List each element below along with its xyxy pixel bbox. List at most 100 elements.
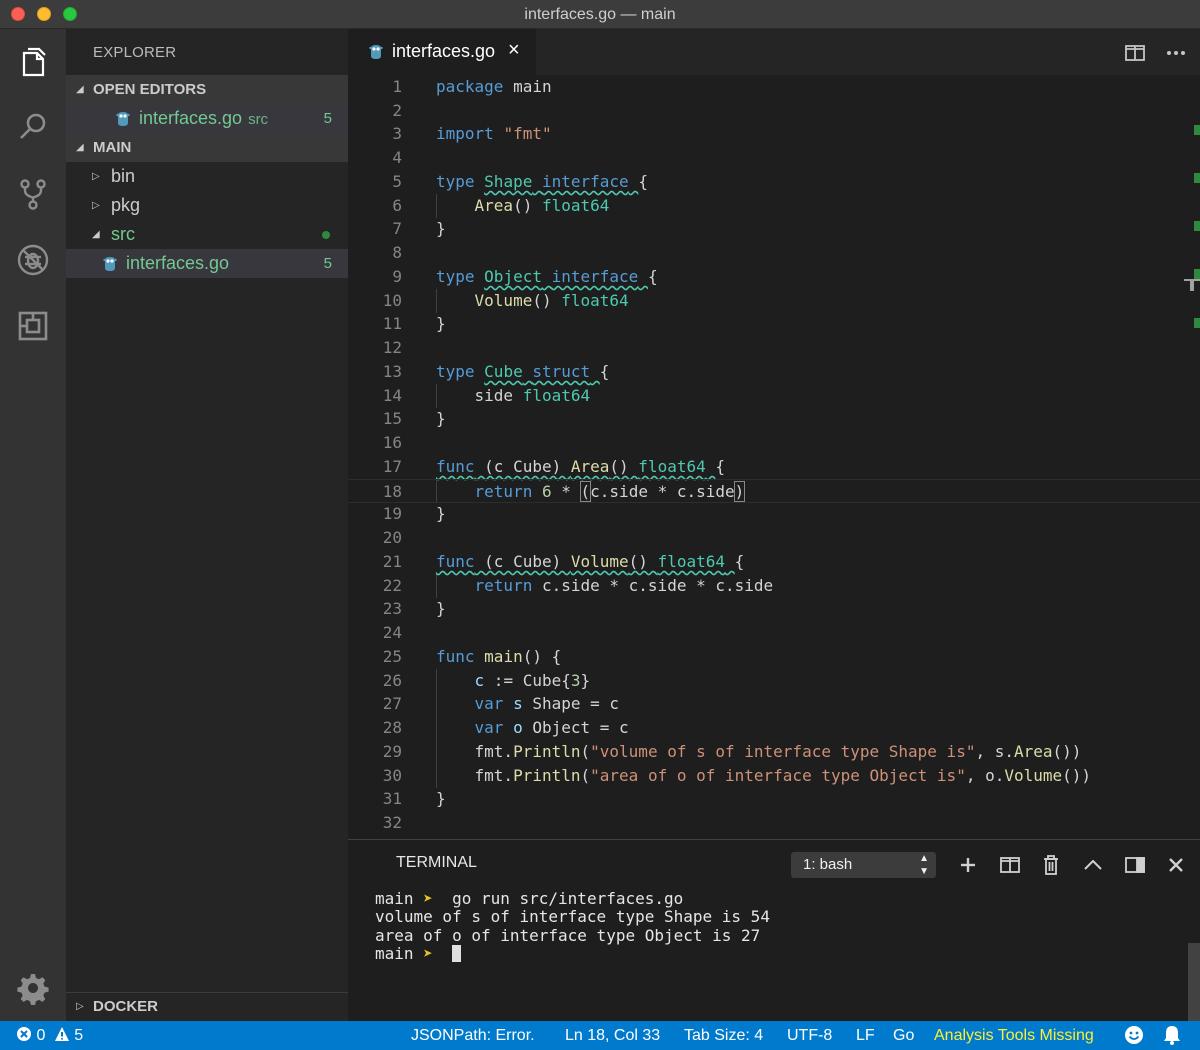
file-item-interfaces-go[interactable]: interfaces.go 5 [66,249,348,278]
prompt-arrow-icon: ➤ [423,889,433,908]
more-actions-icon[interactable] [1163,40,1189,66]
go-file-icon [116,112,130,126]
go-file-icon [103,257,117,271]
code-line: 19} [382,504,446,523]
chevron-down-icon: ◢ [76,84,84,95]
code-line: 17 func (c Cube) Area() float64 { [382,457,726,476]
code-line: 23} [382,599,446,618]
encoding-status[interactable]: UTF-8 [787,1021,832,1050]
code-line: 25 func main() { [382,647,562,666]
explorer-icon[interactable] [13,42,53,82]
title-bar: interfaces.go — main [0,0,1200,29]
terminal-cursor [452,945,462,962]
code-line: 2 [392,101,402,120]
code-editor[interactable]: 1 package main 2 3 import "fmt" 4 5 type Sh… [348,75,1200,839]
language-mode-status[interactable]: Go [893,1021,914,1050]
overview-ruler-mark [1194,318,1200,328]
code-line: 13 type Cube struct { [382,362,610,381]
terminal-line: area of o of interface type Object is 27 [375,926,761,945]
code-line: 27 var s Shape = c [382,694,620,713]
overview-ruler-mark [1194,221,1200,231]
terminal-panel: TERMINAL 1: bash ▲ ▼ main ➤ go run src/in… [348,839,1200,1021]
docker-section-header[interactable]: ▷ DOCKER [66,992,348,1021]
terminal-select[interactable]: 1: bash ▲ ▼ [791,852,936,878]
sidebar-title: EXPLORER [93,44,177,61]
problem-count-badge: 5 [323,110,332,127]
code-line: 15} [382,409,446,428]
terminal-scrollbar[interactable] [1188,943,1200,1021]
tab-size-status[interactable]: Tab Size: 4 [684,1021,763,1050]
overview-ruler-cursor [1190,279,1194,291]
status-bar: 0 5 JSONPath: Error. Ln 18, Col 33 Tab S… [0,1021,1200,1050]
main-folder-header[interactable]: ◢ MAIN [66,133,348,162]
code-line: 21 func (c Cube) Volume() float64 { [382,552,745,571]
eol-status[interactable]: LF [856,1021,875,1050]
explorer-sidebar: EXPLORER ◢ OPEN EDITORS interfaces.go src… [66,29,348,1021]
code-line: 28 var o Object = c [382,718,629,737]
code-line: 20 [382,528,402,547]
error-icon [17,1027,31,1041]
code-line: 12 [382,338,402,357]
problem-count-badge: 5 [323,255,332,272]
overview-ruler-mark [1194,269,1200,279]
jsonpath-status[interactable]: JSONPath: Error. [411,1021,535,1050]
chevron-right-icon: ▷ [76,1001,84,1012]
go-file-icon [369,45,383,59]
code-line: 24 [382,623,402,642]
open-editor-item[interactable]: interfaces.go src 5 [66,104,348,133]
code-line: 31} [382,789,446,808]
chevron-down-icon: ◢ [76,142,84,153]
code-line: 14 side float64 [382,386,591,405]
warning-icon [54,1027,69,1041]
editor-tab-bar: interfaces.go × [348,29,1200,75]
close-panel-icon[interactable] [1163,852,1189,878]
chevron-right-icon: ▷ [92,171,100,182]
code-line: 22 return c.side * c.side * c.side [382,576,774,595]
bell-icon[interactable] [1163,1025,1181,1050]
code-line: 11} [382,314,446,333]
code-line: 6 Area() float64 [392,196,610,215]
folder-item-src[interactable]: ◢ src [66,220,348,249]
chevron-up-icon[interactable] [1080,852,1106,878]
tab-interfaces-go[interactable]: interfaces.go × [348,29,536,75]
trash-icon[interactable] [1038,852,1064,878]
source-control-icon[interactable] [13,174,53,214]
split-editor-icon[interactable] [1122,40,1148,66]
folder-item-pkg[interactable]: ▷ pkg [66,191,348,220]
window-title: interfaces.go — main [524,6,676,23]
code-line: 26 c := Cube{3} [382,671,591,690]
problems-indicator[interactable]: 0 5 [16,1021,83,1050]
code-line: 32 [382,813,402,832]
close-tab-icon[interactable]: × [508,39,520,62]
debug-icon[interactable] [13,240,53,280]
code-line: 9 type Object interface { [392,267,658,286]
search-icon[interactable] [13,107,53,147]
code-line: 5 type Shape interface { [392,172,648,191]
code-line: 10 Volume() float64 [382,291,629,310]
folder-item-bin[interactable]: ▷ bin [66,162,348,191]
modified-dot [322,231,330,239]
chevron-right-icon: ▷ [92,200,100,211]
select-arrows-icon: ▲ ▼ [919,853,929,877]
split-terminal-icon[interactable] [997,852,1023,878]
analysis-tools-status[interactable]: Analysis Tools Missing [934,1021,1094,1050]
terminal-line: main ➤ [375,944,462,963]
gear-icon[interactable] [13,968,53,1008]
open-editors-header[interactable]: ◢ OPEN EDITORS [66,75,348,104]
prompt-arrow-icon: ➤ [423,944,433,963]
open-editor-filename: interfaces.go [139,108,243,128]
code-line: 7} [392,219,446,238]
toggle-panel-position-icon[interactable] [1122,852,1148,878]
cursor-position-status[interactable]: Ln 18, Col 33 [565,1021,660,1050]
extensions-icon[interactable] [13,306,53,346]
code-line: 1 package main [392,77,552,96]
overview-ruler-mark [1194,125,1200,135]
chevron-down-icon: ◢ [92,229,100,240]
code-line: 8 [392,243,402,262]
tab-label: interfaces.go [392,41,496,61]
feedback-smiley-icon[interactable] [1124,1025,1144,1050]
tab-terminal[interactable]: TERMINAL [396,854,477,872]
code-line: 3 import "fmt" [392,124,552,143]
new-terminal-icon[interactable] [955,852,981,878]
overview-ruler-mark [1194,173,1200,183]
